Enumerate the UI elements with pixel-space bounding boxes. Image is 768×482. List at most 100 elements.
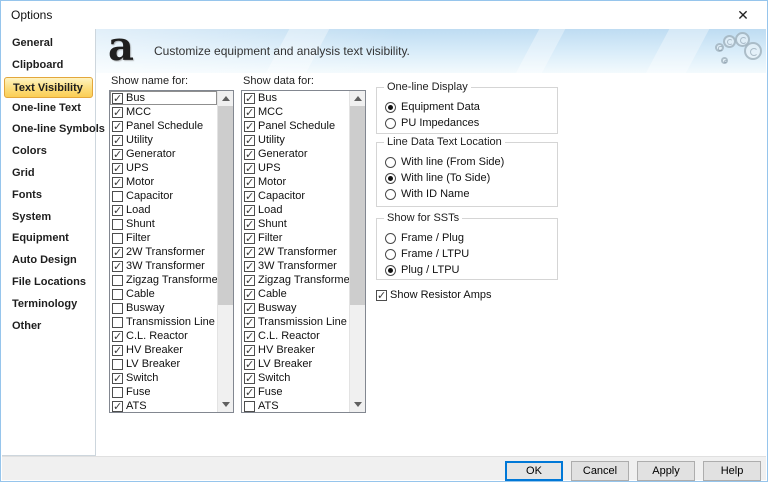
radio-icon[interactable] — [385, 233, 396, 244]
checkbox-icon[interactable] — [244, 135, 255, 146]
radio-option-with-line-from-side[interactable]: With line (From Side) — [385, 154, 557, 170]
list-item-generator[interactable]: Generator — [242, 147, 349, 161]
radio-icon[interactable] — [385, 265, 396, 276]
checkbox-icon[interactable] — [112, 261, 123, 272]
sidebar-item-fonts[interactable]: Fonts — [2, 185, 95, 207]
apply-button[interactable]: Apply — [637, 461, 695, 481]
checkbox-icon[interactable] — [112, 247, 123, 258]
checkbox-icon[interactable] — [244, 359, 255, 370]
list-item-ups[interactable]: UPS — [110, 161, 217, 175]
checkbox-icon[interactable] — [244, 373, 255, 384]
radio-icon[interactable] — [385, 189, 396, 200]
checkbox-icon[interactable] — [112, 289, 123, 300]
checkbox-icon[interactable] — [244, 345, 255, 356]
scroll-up-icon[interactable] — [350, 91, 365, 106]
checkbox-icon[interactable] — [244, 107, 255, 118]
radio-option-pu-impedances[interactable]: PU Impedances — [385, 115, 557, 131]
list-item-load[interactable]: Load — [242, 203, 349, 217]
checkbox-icon[interactable] — [244, 303, 255, 314]
list-item-ats[interactable]: ATS — [110, 399, 217, 413]
help-button[interactable]: Help — [703, 461, 761, 481]
list-item-motor[interactable]: Motor — [242, 175, 349, 189]
cancel-button[interactable]: Cancel — [571, 461, 629, 481]
list-item-c-l-reactor[interactable]: C.L. Reactor — [110, 329, 217, 343]
checkbox-icon[interactable] — [376, 290, 387, 301]
sidebar-item-system[interactable]: System — [2, 207, 95, 229]
list-item-switch[interactable]: Switch — [110, 371, 217, 385]
list-item-shunt[interactable]: Shunt — [242, 217, 349, 231]
sidebar-item-text-visibility[interactable]: Text Visibility — [4, 77, 93, 98]
radio-option-frame-plug[interactable]: Frame / Plug — [385, 230, 557, 246]
checkbox-icon[interactable] — [244, 233, 255, 244]
list-item-2w-transformer[interactable]: 2W Transformer — [242, 245, 349, 259]
list-item-fuse[interactable]: Fuse — [110, 385, 217, 399]
sidebar-item-file-locations[interactable]: File Locations — [2, 272, 95, 294]
checkbox-icon[interactable] — [244, 219, 255, 230]
checkbox-icon[interactable] — [244, 387, 255, 398]
checkbox-icon[interactable] — [244, 247, 255, 258]
show-resistor-amps-checkbox[interactable]: Show Resistor Amps — [376, 289, 491, 301]
checkbox-icon[interactable] — [244, 275, 255, 286]
list-item-shunt[interactable]: Shunt — [110, 217, 217, 231]
sidebar-item-colors[interactable]: Colors — [2, 141, 95, 163]
checkbox-icon[interactable] — [112, 401, 123, 412]
radio-option-with-id-name[interactable]: With ID Name — [385, 186, 557, 202]
sidebar-item-auto-design[interactable]: Auto Design — [2, 250, 95, 272]
radio-icon[interactable] — [385, 173, 396, 184]
list-item-busway[interactable]: Busway — [242, 301, 349, 315]
list-item-panel-schedule[interactable]: Panel Schedule — [242, 119, 349, 133]
checkbox-icon[interactable] — [244, 163, 255, 174]
scroll-down-icon[interactable] — [350, 397, 365, 412]
name-list-scrollbar[interactable] — [217, 91, 233, 412]
ok-button[interactable]: OK — [505, 461, 563, 481]
list-item-cable[interactable]: Cable — [110, 287, 217, 301]
list-item-panel-schedule[interactable]: Panel Schedule — [110, 119, 217, 133]
checkbox-icon[interactable] — [112, 345, 123, 356]
list-item-lv-breaker[interactable]: LV Breaker — [242, 357, 349, 371]
checkbox-icon[interactable] — [244, 261, 255, 272]
checkbox-icon[interactable] — [244, 331, 255, 342]
radio-icon[interactable] — [385, 118, 396, 129]
checkbox-icon[interactable] — [244, 289, 255, 300]
checkbox-icon[interactable] — [112, 135, 123, 146]
list-item-transmission-line[interactable]: Transmission Line — [110, 315, 217, 329]
list-item-zigzag-transformer[interactable]: Zigzag Transformer — [242, 273, 349, 287]
list-item-busway[interactable]: Busway — [110, 301, 217, 315]
scroll-down-icon[interactable] — [218, 397, 233, 412]
list-item-ups[interactable]: UPS — [242, 161, 349, 175]
sidebar-item-general[interactable]: General — [2, 33, 95, 55]
sidebar-item-one-line-symbols[interactable]: One-line Symbols — [2, 119, 95, 141]
list-item-filter[interactable]: Filter — [242, 231, 349, 245]
checkbox-icon[interactable] — [112, 163, 123, 174]
sidebar-item-one-line-text[interactable]: One-line Text — [2, 98, 95, 120]
list-item-filter[interactable]: Filter — [110, 231, 217, 245]
list-item-lv-breaker[interactable]: LV Breaker — [110, 357, 217, 371]
list-item-fuse[interactable]: Fuse — [242, 385, 349, 399]
checkbox-icon[interactable] — [244, 401, 255, 412]
radio-option-plug-ltpu[interactable]: Plug / LTPU — [385, 262, 557, 278]
sidebar-item-grid[interactable]: Grid — [2, 163, 95, 185]
radio-option-with-line-to-side[interactable]: With line (To Side) — [385, 170, 557, 186]
close-icon[interactable]: ✕ — [731, 6, 755, 24]
checkbox-icon[interactable] — [112, 317, 123, 328]
radio-icon[interactable] — [385, 249, 396, 260]
list-item-utility[interactable]: Utility — [110, 133, 217, 147]
checkbox-icon[interactable] — [112, 233, 123, 244]
radio-icon[interactable] — [385, 157, 396, 168]
list-item-generator[interactable]: Generator — [110, 147, 217, 161]
checkbox-icon[interactable] — [112, 275, 123, 286]
checkbox-icon[interactable] — [244, 93, 255, 104]
list-item-bus[interactable]: Bus — [242, 91, 349, 105]
checkbox-icon[interactable] — [112, 149, 123, 160]
checkbox-icon[interactable] — [112, 219, 123, 230]
list-item-c-l-reactor[interactable]: C.L. Reactor — [242, 329, 349, 343]
scrollbar-thumb[interactable] — [218, 106, 233, 305]
checkbox-icon[interactable] — [112, 177, 123, 188]
list-item-ats[interactable]: ATS — [242, 399, 349, 413]
checkbox-icon[interactable] — [244, 121, 255, 132]
list-item-3w-transformer[interactable]: 3W Transformer — [242, 259, 349, 273]
list-item-3w-transformer[interactable]: 3W Transformer — [110, 259, 217, 273]
list-item-load[interactable]: Load — [110, 203, 217, 217]
list-item-hv-breaker[interactable]: HV Breaker — [110, 343, 217, 357]
list-item-2w-transformer[interactable]: 2W Transformer — [110, 245, 217, 259]
